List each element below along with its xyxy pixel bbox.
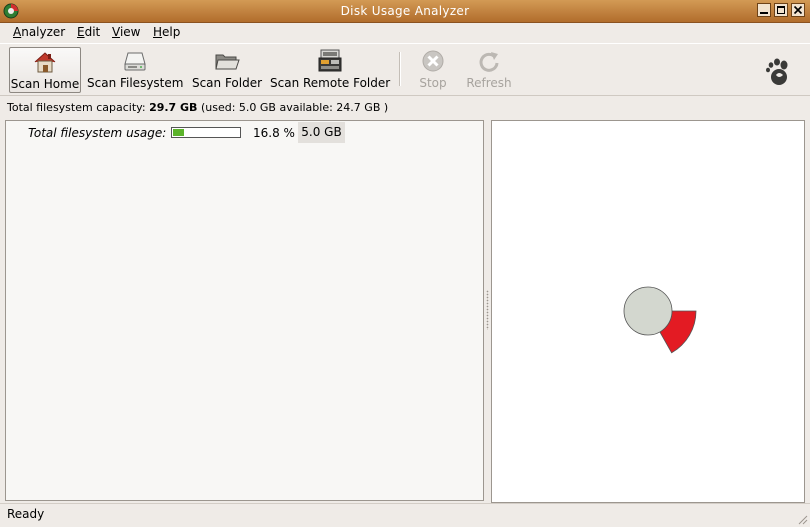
scan-home-button[interactable]: Scan Home: [9, 47, 81, 93]
maximize-icon: [777, 6, 785, 14]
refresh-label: Refresh: [466, 76, 512, 90]
scan-folder-label: Scan Folder: [191, 76, 263, 90]
capacity-total: 29.7 GB: [149, 101, 198, 114]
ring-center[interactable]: [623, 286, 673, 336]
menu-view-label: iew: [119, 25, 141, 39]
toolbar-separator: [399, 52, 400, 86]
menu-analyzer-label: nalyzer: [21, 25, 66, 39]
menu-analyzer[interactable]: Analyzer: [13, 25, 65, 39]
usage-progress-fill: [173, 129, 184, 136]
hard-disk-icon: [124, 52, 146, 71]
filesystem-capacity: Total filesystem capacity: 29.7 GB (used…: [7, 101, 388, 114]
scan-remote-folder-button[interactable]: Scan Remote Folder: [270, 47, 390, 91]
usage-progress-bar: [171, 127, 241, 138]
total-usage-row[interactable]: Total filesystem usage: 16.8 % 5.0 GB: [6, 122, 483, 143]
ring-chart-view[interactable]: [491, 120, 805, 503]
stop-icon: [422, 50, 444, 72]
refresh-icon: [479, 52, 499, 72]
scan-folder-button[interactable]: Scan Folder: [191, 47, 263, 91]
capacity-detail: (used: 5.0 GB available: 24.7 GB ): [200, 101, 389, 114]
menu-analyzer-mnemonic: A: [13, 25, 22, 39]
scan-home-label: Scan Home: [10, 77, 80, 91]
window-title: Disk Usage Analyzer: [340, 4, 470, 18]
folder-open-icon: [215, 54, 240, 70]
usage-percent: 16.8 %: [253, 126, 295, 140]
close-button[interactable]: [791, 3, 805, 17]
refresh-button[interactable]: Refresh: [463, 47, 515, 91]
gnome-foot-icon: [766, 58, 788, 85]
status-text: Ready: [7, 507, 45, 521]
scan-filesystem-label: Scan Filesystem: [87, 76, 184, 90]
stop-button[interactable]: Stop: [412, 47, 454, 91]
usage-label: Total filesystem usage:: [28, 126, 167, 140]
usage-size: 5.0 GB: [298, 122, 345, 143]
menu-view-mnemonic: V: [112, 25, 120, 39]
menu-help[interactable]: Help: [153, 25, 180, 39]
menu-help-mnemonic: H: [153, 25, 163, 39]
home-icon: [34, 52, 56, 73]
toolbar: Scan Home Scan Filesystem Scan Folder Sc…: [0, 43, 810, 96]
minimize-button[interactable]: [757, 3, 771, 17]
capacity-label: Total filesystem capacity:: [7, 101, 146, 114]
title-bar: Disk Usage Analyzer: [0, 0, 810, 23]
status-bar: Ready: [0, 503, 810, 527]
menu-bar: Analyzer Edit View Help: [0, 22, 810, 43]
pane-resize-handle[interactable]: [486, 290, 489, 330]
maximize-button[interactable]: [774, 3, 788, 17]
stop-label: Stop: [419, 76, 447, 90]
menu-help-label: elp: [162, 25, 181, 39]
folder-tree-view[interactable]: Total filesystem usage: 16.8 % 5.0 GB: [5, 120, 484, 501]
menu-edit-mnemonic: E: [77, 25, 85, 39]
minimize-icon: [760, 12, 768, 14]
ring-chart[interactable]: [492, 121, 804, 502]
menu-edit[interactable]: Edit: [77, 25, 100, 39]
menu-view[interactable]: View: [112, 25, 140, 39]
resize-grip-icon[interactable]: [796, 513, 808, 525]
menu-edit-label: dit: [84, 25, 101, 39]
scan-remote-folder-label: Scan Remote Folder: [270, 76, 391, 90]
close-icon: [793, 5, 803, 15]
scan-filesystem-button[interactable]: Scan Filesystem: [87, 47, 183, 91]
network-server-icon: [318, 49, 342, 72]
